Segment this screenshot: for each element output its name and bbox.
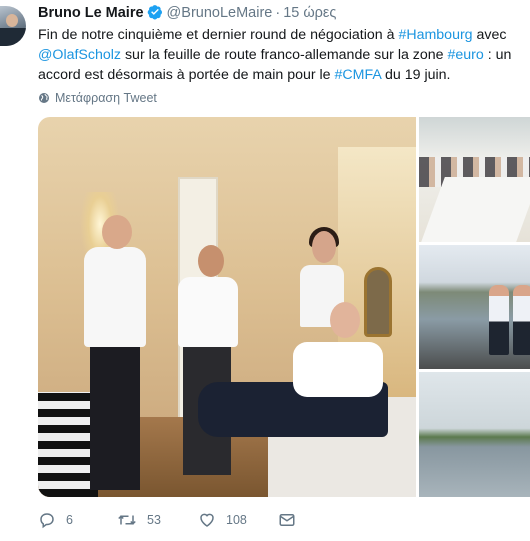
avatar-suit	[0, 28, 26, 46]
retweet-icon	[118, 515, 136, 525]
media-grid	[38, 117, 530, 497]
reply-icon	[40, 513, 54, 529]
hashtag-link[interactable]: #CMFA	[335, 67, 382, 83]
tweet-text-segment: du 19 juin.	[381, 67, 451, 83]
photo-striped-chair	[38, 392, 98, 497]
separator-dot: ·	[275, 5, 281, 21]
globe-icon	[39, 93, 49, 103]
translate-label: Μετάφραση Tweet	[55, 91, 157, 105]
photo-meeting-room[interactable]	[38, 117, 416, 497]
photo-person	[102, 215, 132, 249]
tweet-actions: 6 53 108	[38, 509, 518, 531]
photo-mirror	[364, 267, 392, 337]
photo-lake-view[interactable]	[419, 372, 530, 497]
tweet-header: Bruno Le Maire @BrunoLeMaire · 15 ώρες	[38, 4, 336, 25]
envelope-icon	[279, 514, 295, 526]
reply-count: 6	[66, 513, 73, 527]
translate-tweet-link[interactable]: Μετάφραση Tweet	[38, 91, 157, 105]
tweet-timestamp[interactable]: 15 ώρες	[283, 5, 336, 21]
heart-icon	[200, 513, 214, 527]
tweet-text-segment: avec	[472, 27, 507, 43]
retweet-count: 53	[147, 513, 161, 527]
avatar-face	[6, 14, 18, 27]
direct-message-button[interactable]	[278, 509, 306, 531]
author-name[interactable]: Bruno Le Maire	[38, 5, 144, 21]
photo-person	[330, 302, 360, 338]
mention-link[interactable]: @OlafScholz	[38, 47, 121, 63]
hashtag-link[interactable]: #Hambourg	[398, 27, 472, 43]
tweet-text-segment: Fin de notre cinquième et dernier round …	[38, 27, 399, 43]
retweet-button[interactable]: 53	[117, 509, 161, 531]
photo-person	[84, 247, 146, 347]
verified-badge-icon	[147, 4, 163, 25]
avatar[interactable]	[0, 6, 26, 46]
photo-lakeside-walk[interactable]	[419, 245, 530, 369]
like-button[interactable]: 108	[198, 509, 247, 531]
photo-person	[198, 245, 224, 277]
tweet[interactable]: Bruno Le Maire @BrunoLeMaire · 15 ώρες Fin …	[0, 0, 530, 541]
author-handle[interactable]: @BrunoLeMaire	[167, 5, 273, 21]
photo-person	[90, 345, 140, 490]
reply-button[interactable]: 6	[38, 509, 73, 531]
photo-person	[312, 231, 336, 263]
photo-conference-table[interactable]	[419, 117, 530, 242]
like-count: 108	[226, 513, 247, 527]
photo-person	[489, 285, 509, 355]
hashtag-link[interactable]: #euro	[448, 47, 484, 63]
photo-person	[178, 277, 238, 347]
photo-person	[293, 342, 383, 397]
photo-person	[513, 285, 530, 355]
tweet-text: Fin de notre cinquième et dernier round …	[38, 25, 524, 85]
tweet-text-segment: sur la feuille de route franco-allemande…	[121, 47, 448, 63]
